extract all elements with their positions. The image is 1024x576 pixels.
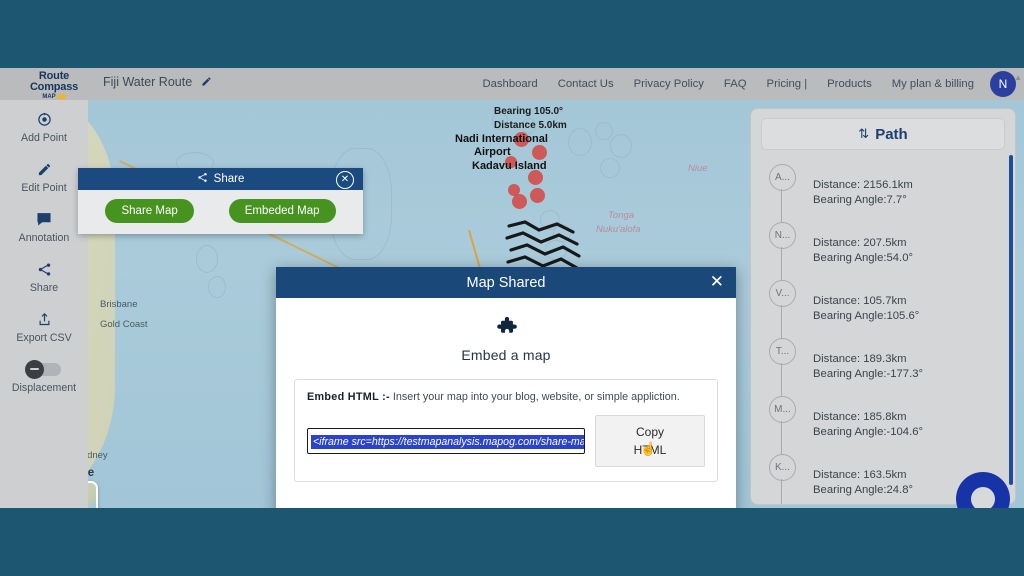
puzzle-piece-icon xyxy=(294,314,718,343)
screenshot-stage: Bearing 105.0° Distance 5.0km Nadi Inter… xyxy=(0,0,1024,576)
pointer-cursor-icon: ☝ xyxy=(640,441,657,456)
embed-html-label: Embed HTML :- xyxy=(307,391,390,403)
close-icon[interactable]: ✕ xyxy=(710,272,724,292)
embed-input-row: <iframe src=https://testmapanalysis.mapo… xyxy=(307,415,705,467)
letterbox-top xyxy=(0,0,1024,68)
embed-html-input[interactable]: <iframe src=https://testmapanalysis.mapo… xyxy=(307,428,585,454)
embed-description: Embed HTML :- Insert your map into your … xyxy=(307,391,705,403)
copy-html-button[interactable]: Copy HTML ☝ xyxy=(595,415,705,467)
modal-heading: Embed a map xyxy=(461,347,551,363)
modal-body: Embed a map Embed HTML :- Insert your ma… xyxy=(276,298,736,508)
copy-html-line-1: Copy xyxy=(635,425,664,439)
embed-html-value: <iframe src=https://testmapanalysis.mapo… xyxy=(311,435,584,449)
embed-description-text: Insert your map into your blog, website,… xyxy=(392,391,680,403)
modal-title: Map Shared xyxy=(466,274,546,291)
letterbox-bottom xyxy=(0,508,1024,576)
embed-html-section: Embed HTML :- Insert your map into your … xyxy=(294,379,718,482)
modal-overlay: Map Shared ✕ Embed a map Embed HTML :- I… xyxy=(0,68,1024,508)
application-window: Bearing 105.0° Distance 5.0km Nadi Inter… xyxy=(0,68,1024,508)
map-shared-modal: Map Shared ✕ Embed a map Embed HTML :- I… xyxy=(276,267,736,508)
modal-header: Map Shared ✕ xyxy=(276,267,736,298)
